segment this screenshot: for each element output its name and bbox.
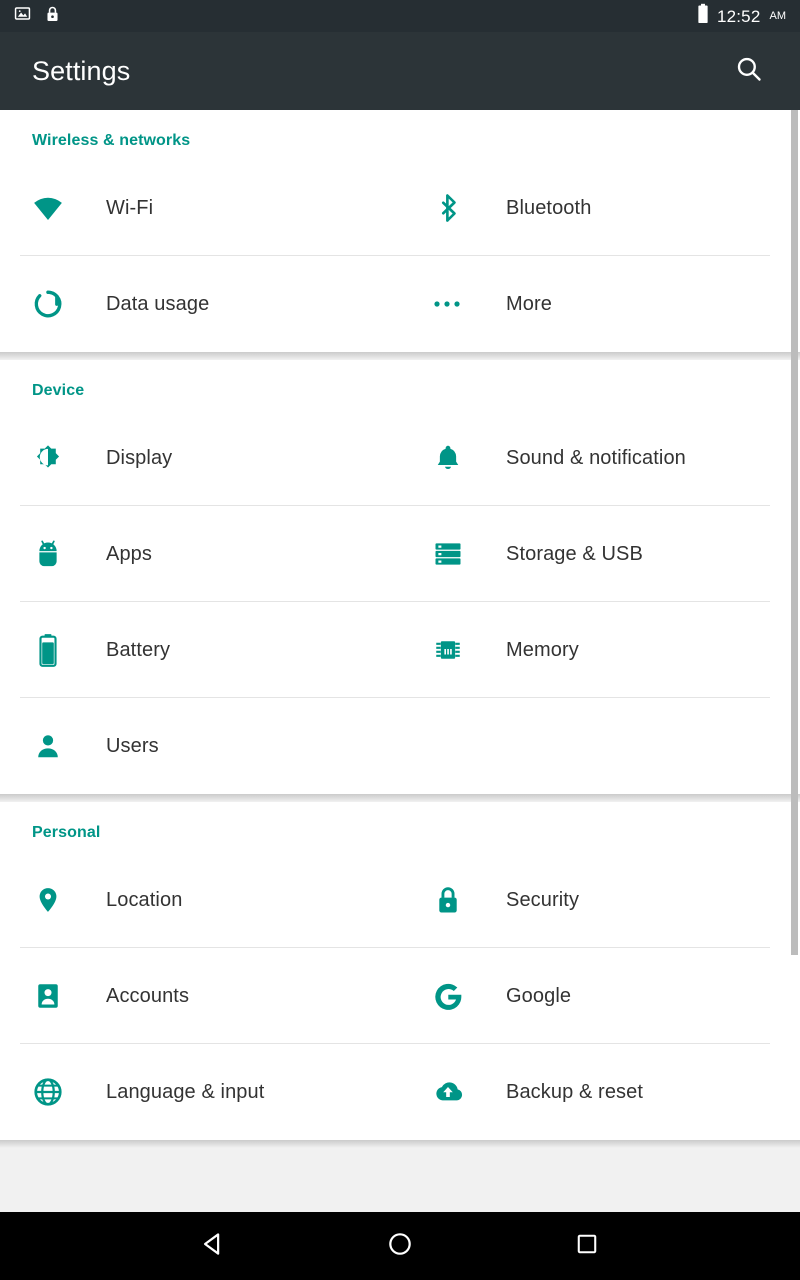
settings-item-memory[interactable]: Memory [16,602,800,698]
search-icon [734,54,764,89]
bell-icon [420,430,476,486]
recents-square-icon [574,1231,600,1262]
page-title: Settings [32,56,130,87]
settings-item-backup-reset[interactable]: Backup & reset [16,1044,800,1140]
grid-spacer [400,698,800,794]
settings-item-users[interactable]: Users [0,698,400,794]
section-grid-wireless: Wi-Fi Bluetooth [0,160,800,352]
person-icon [20,718,76,774]
home-circle-icon [386,1230,414,1263]
section-device: Device Display [0,360,800,794]
settings-item-more[interactable]: More [16,256,800,352]
settings-item-label: Memory [476,639,579,662]
settings-item-label: Security [476,889,579,912]
settings-item-label: Storage & USB [476,543,643,566]
settings-screen: 12:52 AM Settings Wireless & networks [0,0,800,1280]
status-bar-clock: 12:52 [717,8,761,25]
settings-item-label: Google [476,985,571,1008]
section-personal: Personal Location [0,802,800,1140]
vertical-scrollbar[interactable] [791,110,798,955]
bluetooth-icon [420,180,476,236]
section-title-device: Device [0,360,800,410]
more-horizontal-icon [420,276,476,332]
memory-chip-icon [420,622,476,678]
backup-cloud-icon [420,1064,476,1120]
section-grid-device: Display Sound & notification [0,410,800,794]
navigation-bar [0,1212,800,1280]
home-button[interactable] [365,1221,435,1271]
action-bar: Settings [0,32,800,110]
settings-item-google[interactable]: Google [16,948,800,1044]
section-wireless-networks: Wireless & networks Wi-Fi Bluetooth [0,110,800,352]
status-bar: 12:52 AM [0,0,800,32]
status-bar-left-icons [14,5,60,28]
settings-item-storage-usb[interactable]: Storage & USB [16,506,800,602]
screenshot-icon [14,5,31,27]
settings-item-label: Users [76,735,159,758]
settings-item-label: More [476,293,552,316]
storage-icon [420,526,476,582]
section-grid-personal: Location Security [0,852,800,1140]
battery-full-icon [697,3,709,29]
section-title-wireless: Wireless & networks [0,110,800,160]
settings-item-label: Sound & notification [476,447,686,470]
status-bar-ampm: AM [770,11,787,22]
settings-item-label: Bluetooth [476,197,591,220]
section-title-personal: Personal [0,802,800,852]
back-triangle-icon [199,1230,227,1263]
recents-button[interactable] [552,1221,622,1271]
lock-icon [420,872,476,928]
settings-item-security[interactable]: Security [16,852,800,948]
settings-item-sound-notification[interactable]: Sound & notification [16,410,800,506]
back-button[interactable] [178,1221,248,1271]
settings-list[interactable]: Wireless & networks Wi-Fi Bluetooth [0,110,800,1280]
google-g-icon [420,968,476,1024]
settings-item-bluetooth[interactable]: Bluetooth [16,160,800,256]
settings-item-label: Backup & reset [476,1081,643,1104]
search-button[interactable] [726,48,772,94]
status-bar-right: 12:52 AM [697,3,786,29]
lock-icon [45,5,60,28]
